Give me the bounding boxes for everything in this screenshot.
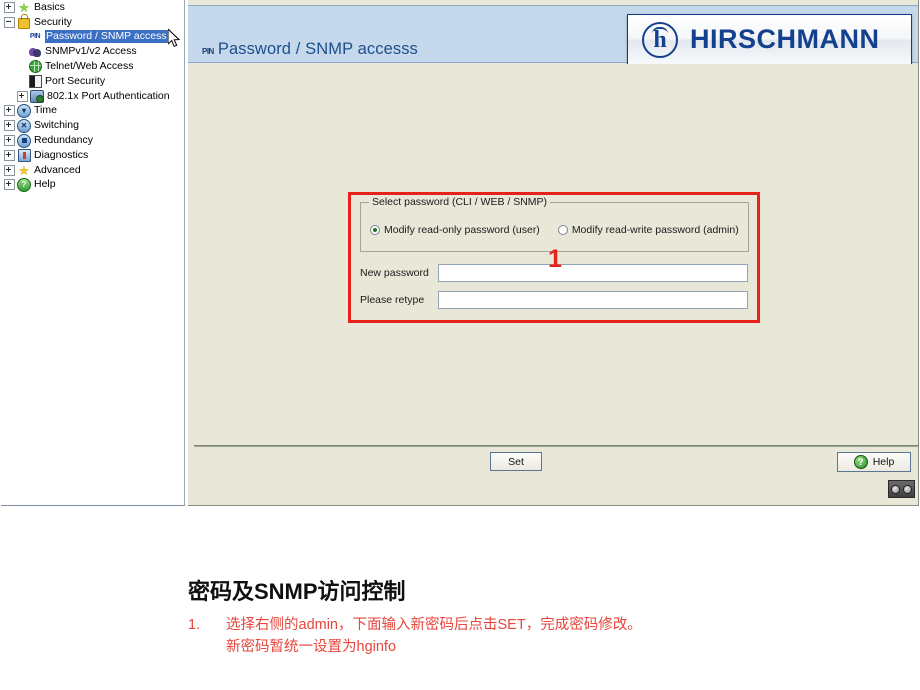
retype-password-input[interactable] xyxy=(438,291,748,309)
sidebar-item-label: Help xyxy=(34,178,56,191)
radio-read-only-password[interactable]: Modify read-only password (user) xyxy=(370,224,540,236)
caption-title: 密码及SNMP访问控制 xyxy=(188,579,406,604)
navigation-tree-list: ★ Basics Security PIN Password / SNMP access… xyxy=(1,0,184,192)
port-security-icon xyxy=(28,74,42,88)
led-right-icon xyxy=(902,484,912,494)
star-green-icon: ★ xyxy=(18,0,30,15)
sidebar-item-label: Port Security xyxy=(45,74,106,87)
radio-indicator-selected[interactable] xyxy=(370,225,380,235)
star-gold-icon: ★ xyxy=(18,162,30,178)
sidebar-item-diagnostics[interactable]: Diagnostics xyxy=(1,148,184,163)
padlock-icon xyxy=(17,14,31,30)
application-window: ★ Basics Security PIN Password / SNMP access… xyxy=(0,0,920,510)
footer-area: Set ? Help xyxy=(188,447,918,505)
radio-read-only-label: Modify read-only password (user) xyxy=(384,224,540,236)
help-button[interactable]: ? Help xyxy=(837,452,911,472)
sidebar-item-label: Password / SNMP access xyxy=(45,30,169,44)
retype-password-row: Please retype xyxy=(360,291,748,309)
pin-icon: PIN xyxy=(29,33,41,41)
expand-plus-icon[interactable] xyxy=(4,179,15,191)
caption-line: 新密码暂统一设置为hginfo xyxy=(226,639,397,655)
masks-icon xyxy=(28,45,42,58)
globe-icon xyxy=(28,60,42,74)
sidebar-item-label: Redundancy xyxy=(34,134,93,147)
radio-read-write-password[interactable]: Modify read-write password (admin) xyxy=(557,224,739,236)
sidebar-item-label: Security xyxy=(34,15,72,28)
sidebar-item-redundancy[interactable]: Redundancy xyxy=(1,133,184,148)
help-question-icon: ? xyxy=(853,455,868,469)
sidebar-item-switching[interactable]: ✕ Switching xyxy=(1,118,184,133)
sidebar-item-snmpv1-v2-access[interactable]: SNMPv1/v2 Access xyxy=(1,44,184,59)
page-title-group: PIN Password / SNMP accesss xyxy=(202,40,418,59)
radio-indicator-unselected[interactable] xyxy=(557,225,568,235)
expand-plus-icon[interactable] xyxy=(4,120,15,132)
expand-plus-icon[interactable] xyxy=(4,135,15,147)
hirschmann-logo: h HIRSCHMANN xyxy=(627,14,912,65)
expand-plus-icon[interactable] xyxy=(4,164,15,176)
sidebar-item-security[interactable]: Security xyxy=(1,14,184,30)
navigation-tree-panel[interactable]: ★ Basics Security PIN Password / SNMP access… xyxy=(1,0,185,506)
fieldset-legend: Select password (CLI / WEB / SNMP) xyxy=(369,196,551,208)
sidebar-item-label: Advanced xyxy=(34,163,81,176)
status-led-indicator xyxy=(888,480,915,498)
sidebar-item-basics[interactable]: ★ Basics xyxy=(1,0,184,15)
sidebar-item-help[interactable]: ? Help xyxy=(1,177,184,193)
sidebar-item-time[interactable]: ▾ Time xyxy=(1,103,184,119)
hirschmann-mark-icon: h xyxy=(642,21,678,58)
pin-icon: PIN xyxy=(202,47,214,56)
sidebar-item-telnet-web-access[interactable]: Telnet/Web Access xyxy=(1,59,184,74)
sidebar-item-label: Diagnostics xyxy=(34,148,89,161)
sidebar-item-label: Basics xyxy=(34,0,65,13)
help-green-icon: ? xyxy=(17,177,31,192)
set-button[interactable]: Set xyxy=(490,452,542,471)
led-left-icon xyxy=(891,484,901,494)
brand-wordmark: HIRSCHMANN xyxy=(690,24,880,54)
network-auth-icon xyxy=(30,89,44,103)
help-button-label: Help xyxy=(872,456,895,468)
retype-password-label: Please retype xyxy=(360,294,425,306)
sidebar-item-label: SNMPv1/v2 Access xyxy=(45,45,137,58)
caption-instruction-list: 1. 选择右侧的admin，下面输入新密码后点击SET，完成密码修改。 新密码暂统… xyxy=(188,614,642,658)
sidebar-item-password-snmp-access[interactable]: PIN Password / SNMP access xyxy=(1,30,184,45)
device-web-ui: PIN Password / SNMP accesss h HIRSCHMANN… xyxy=(188,0,919,506)
caption-line: 选择右侧的admin，下面输入新密码后点击SET，完成密码修改。 xyxy=(226,617,642,633)
new-password-label: New password xyxy=(360,267,429,279)
page-title: Password / SNMP accesss xyxy=(217,40,418,58)
password-type-radio-group[interactable]: Modify read-only password (user) Modify … xyxy=(370,224,739,236)
sidebar-item-802-1x-port-authentication[interactable]: 802.1x Port Authentication xyxy=(1,89,184,104)
clock-icon: ▾ xyxy=(17,103,31,118)
crown-decoration xyxy=(652,26,668,34)
device-header-bar: PIN Password / SNMP accesss h HIRSCHMANN xyxy=(188,5,918,65)
sidebar-item-label: Switching xyxy=(34,119,79,132)
sidebar-item-advanced[interactable]: ★ Advanced xyxy=(1,163,184,178)
sidebar-item-port-security[interactable]: Port Security xyxy=(1,74,184,89)
switching-icon: ✕ xyxy=(17,118,31,133)
radio-read-write-label: Modify read-write password (admin) xyxy=(571,224,739,236)
expand-plus-icon[interactable] xyxy=(17,90,28,102)
caption-list-marker: 1. xyxy=(188,617,201,633)
expand-plus-icon[interactable] xyxy=(4,105,15,117)
redundancy-icon xyxy=(17,133,31,148)
sidebar-item-label: 802.1x Port Authentication xyxy=(47,89,170,102)
diagnostics-icon xyxy=(17,148,31,162)
sidebar-item-label: Time xyxy=(34,104,57,117)
collapse-minus-icon[interactable] xyxy=(4,16,15,28)
expand-plus-icon[interactable] xyxy=(4,149,15,161)
page-content-area: 1 Select password (CLI / WEB / SNMP) Mod… xyxy=(188,64,918,445)
caption-lines: 选择右侧的admin，下面输入新密码后点击SET，完成密码修改。 新密码暂统一设置… xyxy=(226,614,642,658)
sidebar-item-label: Telnet/Web Access xyxy=(45,60,134,73)
new-password-input[interactable] xyxy=(438,264,748,282)
annotation-number-1: 1 xyxy=(548,245,562,273)
expand-plus-icon[interactable] xyxy=(4,1,15,13)
